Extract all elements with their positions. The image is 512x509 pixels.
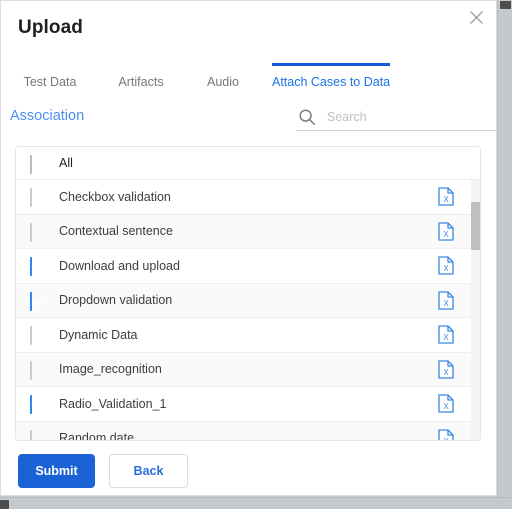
- svg-text:X: X: [443, 333, 449, 342]
- page-horizontal-scrollbar-thumb[interactable]: [0, 500, 9, 509]
- svg-text:X: X: [443, 264, 449, 273]
- list-item[interactable]: Download and upload X: [16, 249, 480, 284]
- excel-file-icon[interactable]: X: [438, 256, 454, 275]
- excel-file-icon[interactable]: X: [438, 222, 454, 241]
- tab-audio[interactable]: Audio: [200, 63, 246, 99]
- row-checkbox[interactable]: [30, 360, 45, 380]
- list-item[interactable]: Dynamic Data X: [16, 318, 480, 353]
- row-checkbox[interactable]: [30, 429, 45, 440]
- list-scrollbar-thumb[interactable]: [471, 202, 480, 250]
- excel-file-icon[interactable]: X: [438, 325, 454, 344]
- tab-label: Attach Cases to Data: [272, 75, 391, 89]
- close-icon[interactable]: [464, 5, 488, 29]
- submit-button[interactable]: Submit: [18, 454, 95, 488]
- tab-label: Artifacts: [118, 75, 164, 89]
- search-input[interactable]: [325, 109, 485, 125]
- excel-file-icon[interactable]: X: [438, 291, 454, 310]
- page-horizontal-scrollbar[interactable]: [0, 497, 512, 509]
- row-checkbox[interactable]: [30, 291, 45, 311]
- svg-text:X: X: [443, 402, 449, 411]
- row-checkbox[interactable]: [30, 395, 45, 415]
- svg-text:X: X: [443, 195, 449, 204]
- case-list: All Checkbox validation X Contextual sen…: [15, 146, 481, 441]
- row-checkbox[interactable]: [30, 257, 45, 277]
- excel-file-icon[interactable]: X: [438, 394, 454, 413]
- row-checkbox[interactable]: [30, 188, 45, 208]
- row-checkbox[interactable]: [30, 222, 45, 242]
- page-title: Upload: [18, 17, 83, 38]
- tab-attach-cases-to-data[interactable]: Attach Cases to Data: [272, 63, 390, 99]
- list-item-label: Radio_Validation_1: [59, 396, 167, 411]
- tab-test-data[interactable]: Test Data: [18, 63, 82, 99]
- list-item[interactable]: Checkbox validation X: [16, 180, 480, 215]
- list-item-label: Dropdown validation: [59, 293, 173, 308]
- list-item-label: Checkbox validation: [59, 189, 171, 204]
- browser-viewport: Upload Test Data Artifacts Audio Attach …: [0, 0, 512, 509]
- tab-artifacts[interactable]: Artifacts: [110, 63, 172, 99]
- tab-bar: Test Data Artifacts Audio Attach Cases t…: [1, 63, 496, 99]
- row-checkbox[interactable]: [30, 326, 45, 346]
- excel-file-icon[interactable]: X: [438, 429, 454, 441]
- svg-text:X: X: [443, 368, 449, 377]
- search-icon: [298, 108, 316, 126]
- case-list-body: Checkbox validation X Contextual sentenc…: [16, 180, 480, 441]
- tab-label: Audio: [207, 75, 239, 89]
- dialog-footer: Submit Back: [1, 454, 496, 494]
- select-all-label: All: [59, 156, 73, 170]
- list-item-label: Image_recognition: [59, 362, 162, 377]
- list-item[interactable]: Random date X: [16, 421, 480, 441]
- svg-text:X: X: [443, 299, 449, 308]
- select-all-checkbox[interactable]: [30, 154, 45, 174]
- svg-text:X: X: [443, 230, 449, 239]
- list-scrollbar[interactable]: [471, 180, 480, 440]
- list-item[interactable]: Contextual sentence X: [16, 214, 480, 249]
- list-item-label: Download and upload: [59, 258, 180, 273]
- list-item-label: Random date: [59, 431, 135, 441]
- back-button[interactable]: Back: [109, 454, 188, 488]
- list-item[interactable]: Image_recognition X: [16, 352, 480, 387]
- list-item-label: Contextual sentence: [59, 224, 173, 239]
- tab-label: Test Data: [23, 75, 77, 89]
- excel-file-icon[interactable]: X: [438, 187, 454, 206]
- search-field[interactable]: [296, 104, 496, 131]
- upload-dialog: Upload Test Data Artifacts Audio Attach …: [0, 0, 497, 496]
- select-all-row[interactable]: All: [16, 147, 480, 180]
- association-row: Association: [1, 104, 496, 138]
- page-vertical-scrollbar[interactable]: [497, 0, 512, 497]
- association-label: Association: [10, 108, 85, 124]
- list-item[interactable]: Radio_Validation_1 X: [16, 387, 480, 422]
- page-vertical-scrollbar-thumb[interactable]: [500, 1, 511, 9]
- list-item[interactable]: Dropdown validation X: [16, 283, 480, 318]
- list-item-label: Dynamic Data: [59, 327, 138, 342]
- excel-file-icon[interactable]: X: [438, 360, 454, 379]
- svg-text:X: X: [443, 437, 449, 441]
